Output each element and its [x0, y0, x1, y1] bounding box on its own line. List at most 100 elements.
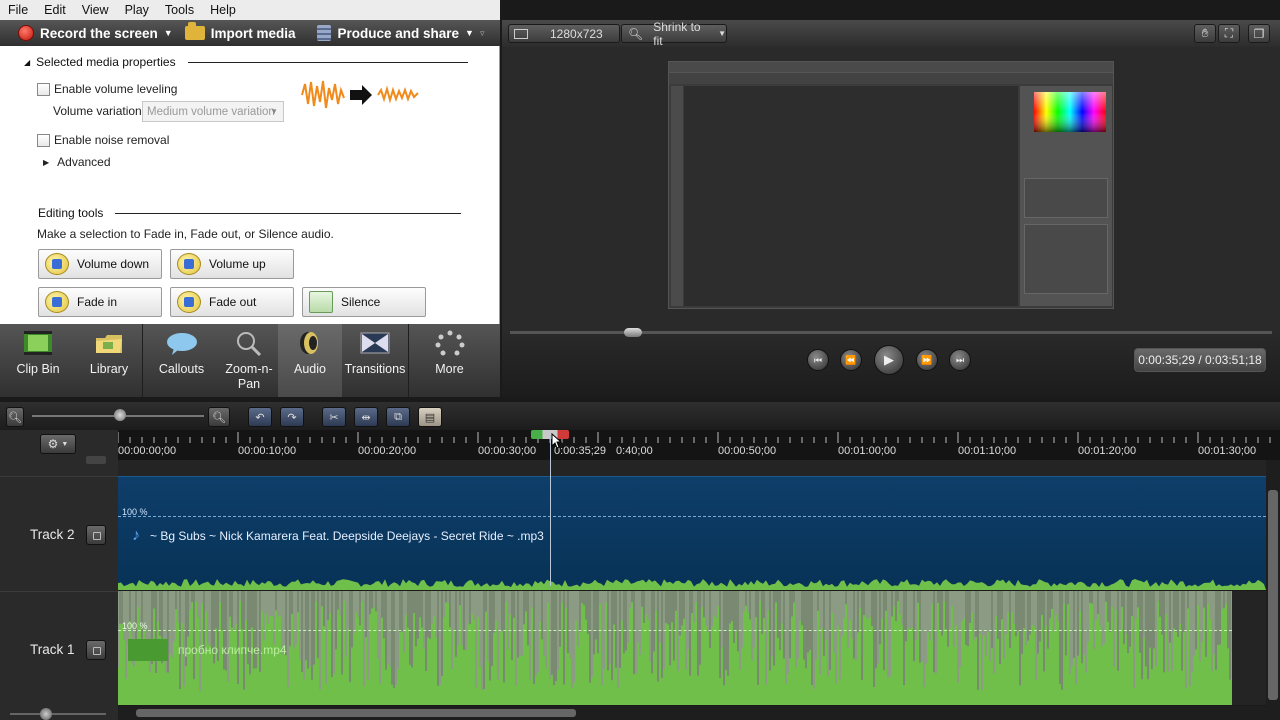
ruler-label: 00:00:30;00	[478, 445, 537, 457]
copy-icon: ⧉	[394, 410, 402, 423]
track-2-header: Track 2	[0, 476, 118, 590]
produce-share-button[interactable]: Produce and share ▼ ▿	[317, 25, 484, 41]
zoom-slider-thumb[interactable]	[114, 409, 126, 421]
zoom-dropdown[interactable]: 🔍︎ Shrink to fit ▼	[621, 20, 727, 48]
fullscreen-button[interactable]: ⛶	[1218, 24, 1240, 43]
frame-layers-panel	[1024, 224, 1108, 294]
search-icon: 🔍︎	[212, 411, 226, 424]
tab-transitions[interactable]: Transitions	[342, 324, 408, 397]
collapse-triangle-icon: ◢	[24, 57, 31, 67]
folder-icon	[184, 22, 205, 40]
volume-up-icon	[177, 253, 201, 275]
fast-forward-button[interactable]: ⏩	[916, 349, 938, 371]
preview-toolbar: 1280x723 🔍︎ Shrink to fit ▼ ✋︎ ⛶ ❐	[502, 20, 1280, 48]
editing-tools-title: Editing tools	[38, 206, 104, 220]
volume-line[interactable]	[118, 630, 1232, 631]
split-button[interactable]: ⇹	[354, 407, 378, 427]
fade-in-button[interactable]: Fade in	[38, 287, 162, 317]
cut-button[interactable]: ✂	[322, 407, 346, 427]
track-height-thumb[interactable]	[40, 708, 52, 720]
menu-help[interactable]: Help	[202, 3, 244, 17]
menu-edit[interactable]: Edit	[36, 3, 74, 17]
tab-zoom-n-pan[interactable]: Zoom-n-Pan	[220, 324, 278, 397]
volume-down-icon	[45, 253, 69, 275]
hscroll-thumb[interactable]	[136, 709, 576, 717]
tab-library[interactable]: Library	[76, 324, 142, 397]
track-1-video-clip[interactable]: 100 % пробно клипче.mp4	[118, 591, 1232, 705]
copy-button[interactable]: ⧉	[386, 407, 410, 427]
selected-media-properties-header[interactable]: ◢ Selected media properties	[24, 55, 468, 69]
silence-button[interactable]: Silence	[302, 287, 426, 317]
detach-preview-button[interactable]: ❐	[1248, 24, 1270, 43]
pan-hand-button[interactable]: ✋︎	[1194, 24, 1216, 43]
ruler-label: 0:40;00	[616, 445, 653, 457]
dimensions-button[interactable]: 1280x723	[508, 24, 620, 43]
skip-back-icon: ⏮	[813, 354, 823, 365]
advanced-expander[interactable]: ▶ Advanced	[43, 155, 111, 169]
chevron-down-icon: ▼	[163, 28, 173, 38]
silence-label: Silence	[341, 295, 381, 309]
volume-up-button[interactable]: Volume up	[170, 249, 294, 279]
checkbox-box[interactable]	[37, 82, 50, 96]
track-height-slider[interactable]	[10, 713, 106, 715]
frame-adjustments-panel	[1024, 178, 1108, 218]
undo-button[interactable]: ↶	[248, 407, 272, 427]
volume-down-button[interactable]: Volume down	[38, 249, 162, 279]
timeline-horizontal-scrollbar[interactable]	[118, 706, 1266, 720]
vscroll-thumb[interactable]	[1268, 490, 1278, 700]
play-button[interactable]: ▶	[874, 345, 904, 375]
divider	[187, 61, 468, 63]
hand-icon: ✋︎	[1201, 26, 1209, 40]
expand-triangle-icon: ▶	[43, 157, 50, 167]
tab-clip-bin[interactable]: Clip Bin	[0, 324, 76, 397]
lock-icon[interactable]	[86, 640, 106, 660]
divider	[115, 212, 462, 214]
task-tabs: Clip Bin Library Callouts Zoom-n-Pan Aud…	[0, 324, 500, 397]
import-media-button[interactable]: Import media	[184, 22, 295, 41]
menu-view[interactable]: View	[74, 3, 117, 17]
paste-button[interactable]: ▤	[418, 407, 442, 427]
timeline-settings-button[interactable]: ⚙ ▼	[40, 434, 76, 454]
play-icon: ▶	[884, 352, 894, 367]
ruler-label: 00:00:50;00	[718, 445, 777, 457]
next-clip-button[interactable]: ⏭	[949, 349, 971, 371]
ruler-ticks	[118, 432, 1271, 443]
track-2-audio-clip[interactable]: 100 % ♪ ~ Bg Subs ~ Nick Kamarera Feat. …	[118, 476, 1266, 590]
editing-instructions: Make a selection to Fade in, Fade out, o…	[37, 227, 334, 241]
track-3-empty	[118, 460, 1266, 476]
track-3-lock[interactable]	[86, 456, 106, 464]
video-clip-name: пробно клипче.mp4	[178, 643, 287, 657]
previous-clip-button[interactable]: ⏮	[807, 349, 829, 371]
audio-clip-name: ~ Bg Subs ~ Nick Kamarera Feat. Deepside…	[150, 529, 544, 543]
checkbox-box[interactable]	[37, 133, 50, 147]
volume-line[interactable]	[118, 516, 1266, 517]
lock-icon[interactable]	[86, 525, 106, 545]
record-screen-button[interactable]: Record the screen ▼	[18, 25, 173, 41]
tab-more[interactable]: More	[408, 324, 490, 397]
ruler-label: 00:00:00;00	[118, 445, 177, 457]
noise-removal-checkbox[interactable]: Enable noise removal	[37, 133, 169, 147]
search-icon: 🔍︎	[628, 26, 644, 41]
tab-callouts[interactable]: Callouts	[142, 324, 220, 397]
playhead-line[interactable]	[550, 436, 551, 586]
volume-variation-select[interactable]: Medium volume variation ▼	[142, 101, 284, 122]
timeline-ruler[interactable]: 00:00:00;00 00:00:10;00 00:00:20;00 00:0…	[118, 430, 1280, 460]
fade-out-button[interactable]: Fade out	[170, 287, 294, 317]
overflow-icon[interactable]: ▿	[480, 28, 485, 39]
menu-file[interactable]: File	[0, 3, 36, 17]
scrub-thumb[interactable]	[624, 328, 642, 337]
zoom-out-button[interactable]: 🔍︎	[6, 407, 24, 427]
tab-audio[interactable]: Audio	[278, 324, 342, 397]
zoom-in-button[interactable]: 🔍︎	[208, 407, 230, 427]
menu-play[interactable]: Play	[117, 3, 157, 17]
rewind-button[interactable]: ⏪	[840, 349, 862, 371]
fade-in-label: Fade in	[77, 295, 118, 309]
volume-leveling-checkbox[interactable]: Enable volume leveling	[37, 82, 177, 96]
speaker-icon	[300, 332, 318, 354]
menu-tools[interactable]: Tools	[157, 3, 202, 17]
track-headers: ⚙ ▼ Track 2 Track 1	[0, 430, 118, 720]
fade-out-label: Fade out	[209, 295, 257, 309]
redo-button[interactable]: ↷	[280, 407, 304, 427]
gear-icon: ⚙	[47, 437, 59, 451]
timeline-vertical-scrollbar[interactable]	[1266, 460, 1280, 720]
